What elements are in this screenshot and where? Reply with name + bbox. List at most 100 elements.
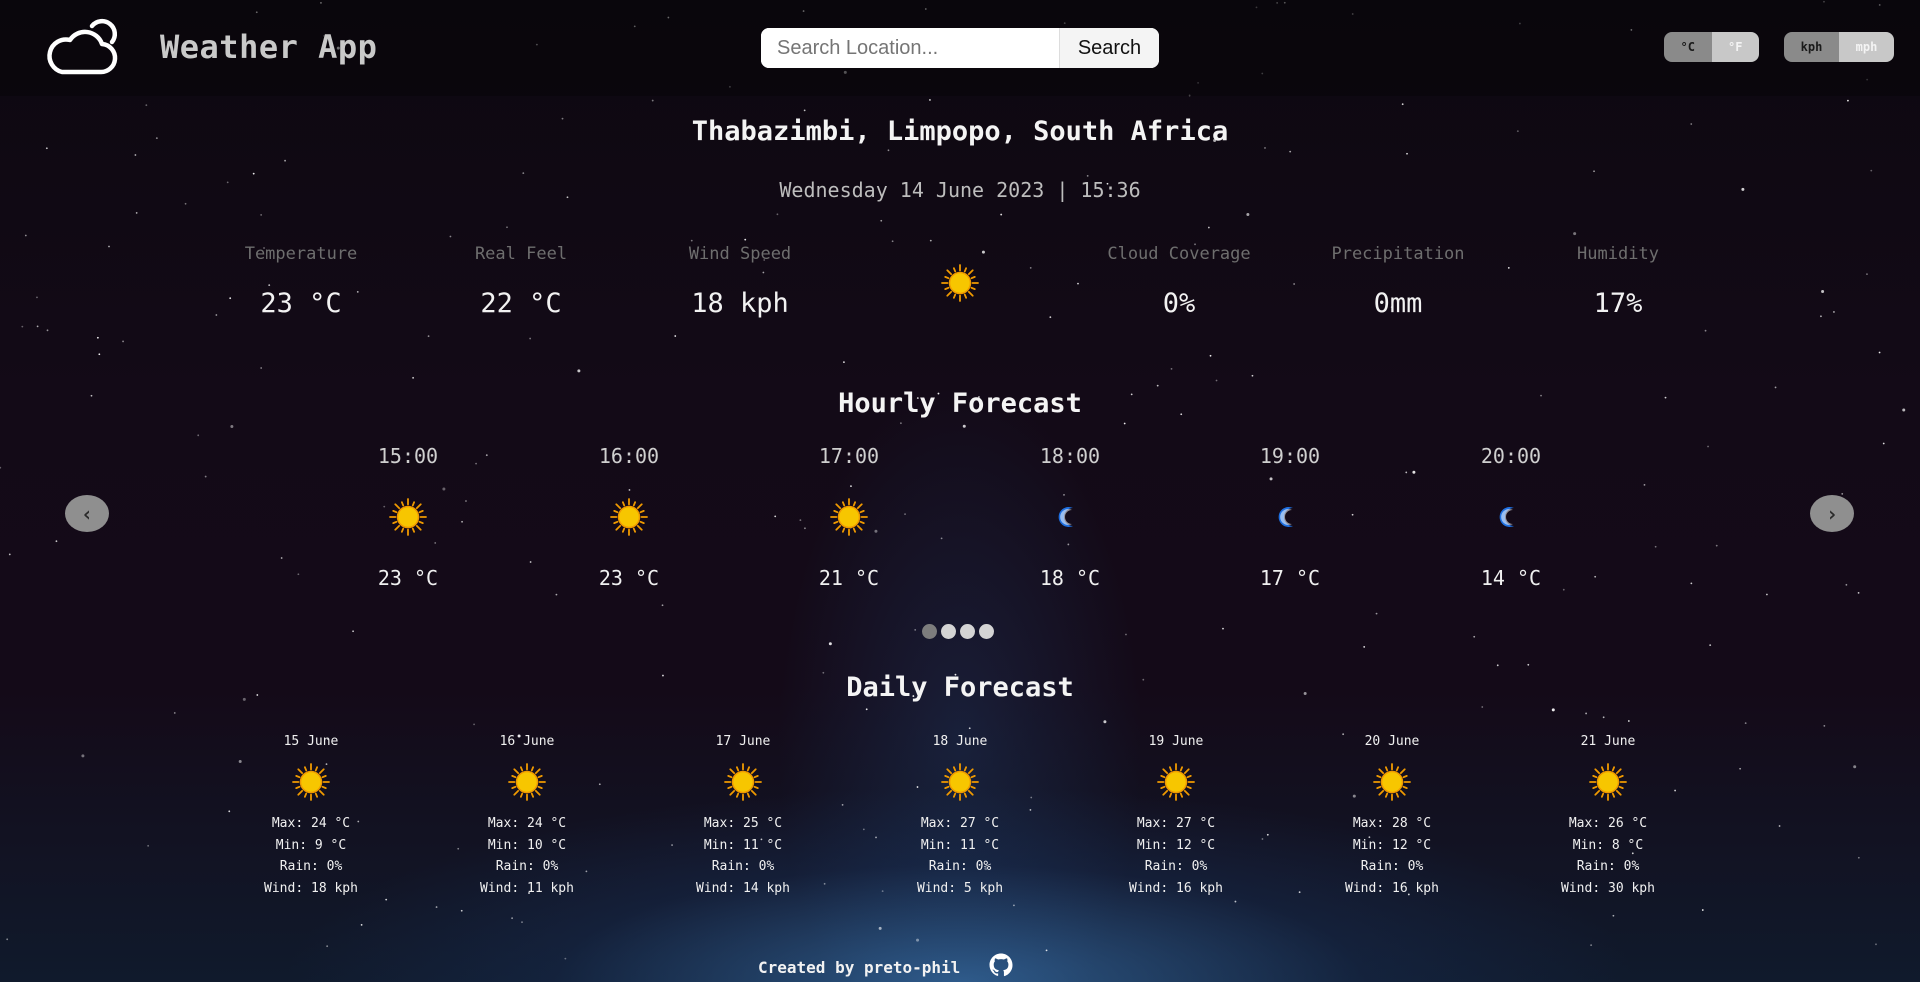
hourly-prev-button[interactable]: ‹ [65, 495, 109, 532]
stat-real-feel: Real Feel 22 °C [421, 244, 621, 319]
hour-temp: 14 °C [1480, 566, 1542, 590]
stat-label: Wind Speed [688, 244, 792, 264]
day-min: Min: 10 °C [487, 837, 567, 853]
daily-item: 18 June Max: 27 °C Min: 11 °C Rain: 0% W… [890, 734, 1030, 899]
day-wind: Wind: 11 kph [480, 880, 574, 896]
hourly-item: 20:00 14 °C [1441, 444, 1581, 590]
day-wind: Wind: 16 kph [1129, 880, 1223, 896]
day-max: Max: 25 °C [703, 816, 783, 831]
day-wind: Wind: 14 kph [696, 880, 790, 896]
day-max: Max: 28 °C [1352, 816, 1432, 831]
sun-icon [292, 763, 330, 801]
day-date: 16 June [499, 734, 555, 749]
day-rain: Rain: 0% [1576, 859, 1640, 874]
stat-wind-speed: Wind Speed 18 kph [640, 244, 840, 319]
day-rain: Rain: 0% [711, 859, 775, 874]
day-wind: Wind: 16 kph [1345, 880, 1439, 896]
day-max: Max: 24 °C [271, 816, 351, 831]
pagination-dot-4[interactable] [979, 624, 994, 639]
hour-time: 19:00 [1259, 444, 1321, 468]
moon-icon [1058, 507, 1073, 527]
day-min: Min: 9 °C [275, 837, 347, 853]
sun-icon [941, 763, 979, 801]
sun-icon [724, 763, 762, 801]
celsius-option[interactable]: °C [1664, 32, 1712, 62]
day-date: 20 June [1364, 734, 1420, 749]
hour-time: 15:00 [377, 444, 439, 468]
daily-item: 15 June Max: 24 °C Min: 9 °C Rain: 0% Wi… [241, 734, 381, 899]
chevron-right-icon: › [1825, 501, 1839, 526]
day-date: 17 June [715, 734, 771, 749]
stat-value: 0% [1162, 288, 1196, 319]
day-max: Max: 27 °C [920, 816, 1000, 831]
pagination-dot-3[interactable] [960, 624, 975, 639]
moon-icon [1499, 507, 1514, 527]
stat-value: 0mm [1373, 288, 1423, 319]
stat-label: Humidity [1577, 244, 1659, 264]
kph-option[interactable]: kph [1784, 32, 1839, 62]
hourly-item: 15:00 23 °C [338, 444, 478, 590]
cloud-icon [47, 18, 118, 75]
hourly-pagination [922, 624, 994, 639]
day-date: 21 June [1580, 734, 1636, 749]
stat-value: 18 kph [691, 288, 789, 319]
github-icon[interactable] [989, 953, 1013, 977]
sun-icon [941, 264, 979, 302]
day-min: Min: 11 °C [703, 837, 783, 853]
day-min: Min: 12 °C [1352, 837, 1432, 853]
hour-temp: 23 °C [598, 566, 660, 590]
daily-item: 21 June Max: 26 °C Min: 8 °C Rain: 0% Wi… [1538, 734, 1678, 899]
stat-label: Real Feel [474, 244, 568, 264]
day-rain: Rain: 0% [279, 859, 343, 874]
search-button[interactable]: Search [1059, 28, 1159, 68]
hour-time: 16:00 [598, 444, 660, 468]
chevron-left-icon: ‹ [80, 501, 94, 526]
fahrenheit-option[interactable]: °F [1711, 32, 1759, 62]
day-min: Min: 8 °C [1572, 837, 1644, 853]
hour-temp: 23 °C [377, 566, 439, 590]
hourly-item: 16:00 23 °C [559, 444, 699, 590]
day-date: 19 June [1148, 734, 1204, 749]
pagination-dot-1[interactable] [922, 624, 937, 639]
moon-icon [1278, 507, 1293, 527]
day-rain: Rain: 0% [495, 859, 559, 874]
app-title: Weather App [160, 28, 378, 66]
sun-icon [610, 498, 648, 536]
day-min: Min: 12 °C [1136, 837, 1216, 853]
sun-icon [508, 763, 546, 801]
hour-temp: 17 °C [1259, 566, 1321, 590]
pagination-dot-2[interactable] [941, 624, 956, 639]
daily-item: 19 June Max: 27 °C Min: 12 °C Rain: 0% W… [1106, 734, 1246, 899]
hour-temp: 21 °C [818, 566, 880, 590]
stat-label: Cloud Coverage [1107, 244, 1251, 264]
stat-precipitation: Precipitation 0mm [1298, 244, 1498, 319]
sun-icon [1373, 763, 1411, 801]
stat-value: 23 °C [260, 288, 342, 319]
hourly-item: 19:00 17 °C [1220, 444, 1360, 590]
hourly-item: 18:00 18 °C [1000, 444, 1140, 590]
daily-item: 17 June Max: 25 °C Min: 11 °C Rain: 0% W… [673, 734, 813, 899]
search-bar: Search [761, 28, 1159, 68]
sun-icon [830, 498, 868, 536]
hourly-forecast-title: Hourly Forecast [838, 388, 1082, 419]
day-max: Max: 27 °C [1136, 816, 1216, 831]
hourly-next-button[interactable]: › [1810, 495, 1854, 532]
sun-icon [389, 498, 427, 536]
hourly-item: 17:00 21 °C [779, 444, 919, 590]
day-rain: Rain: 0% [1144, 859, 1208, 874]
search-input[interactable] [761, 28, 1059, 68]
day-wind: Wind: 30 kph [1561, 880, 1655, 896]
location-title: Thabazimbi, Limpopo, South Africa [691, 116, 1229, 147]
day-rain: Rain: 0% [1360, 859, 1424, 874]
mph-option[interactable]: mph [1839, 32, 1894, 62]
sun-icon [1589, 763, 1627, 801]
day-max: Max: 26 °C [1568, 816, 1648, 831]
day-max: Max: 24 °C [487, 816, 567, 831]
wind-unit-toggle[interactable]: kph mph [1784, 32, 1894, 62]
daily-item: 16 June Max: 24 °C Min: 10 °C Rain: 0% W… [457, 734, 597, 899]
day-date: 18 June [932, 734, 988, 749]
stat-label: Precipitation [1331, 244, 1465, 264]
day-wind: Wind: 18 kph [264, 880, 358, 896]
temperature-unit-toggle[interactable]: °C °F [1664, 32, 1759, 62]
stat-temperature: Temperature 23 °C [201, 244, 401, 319]
